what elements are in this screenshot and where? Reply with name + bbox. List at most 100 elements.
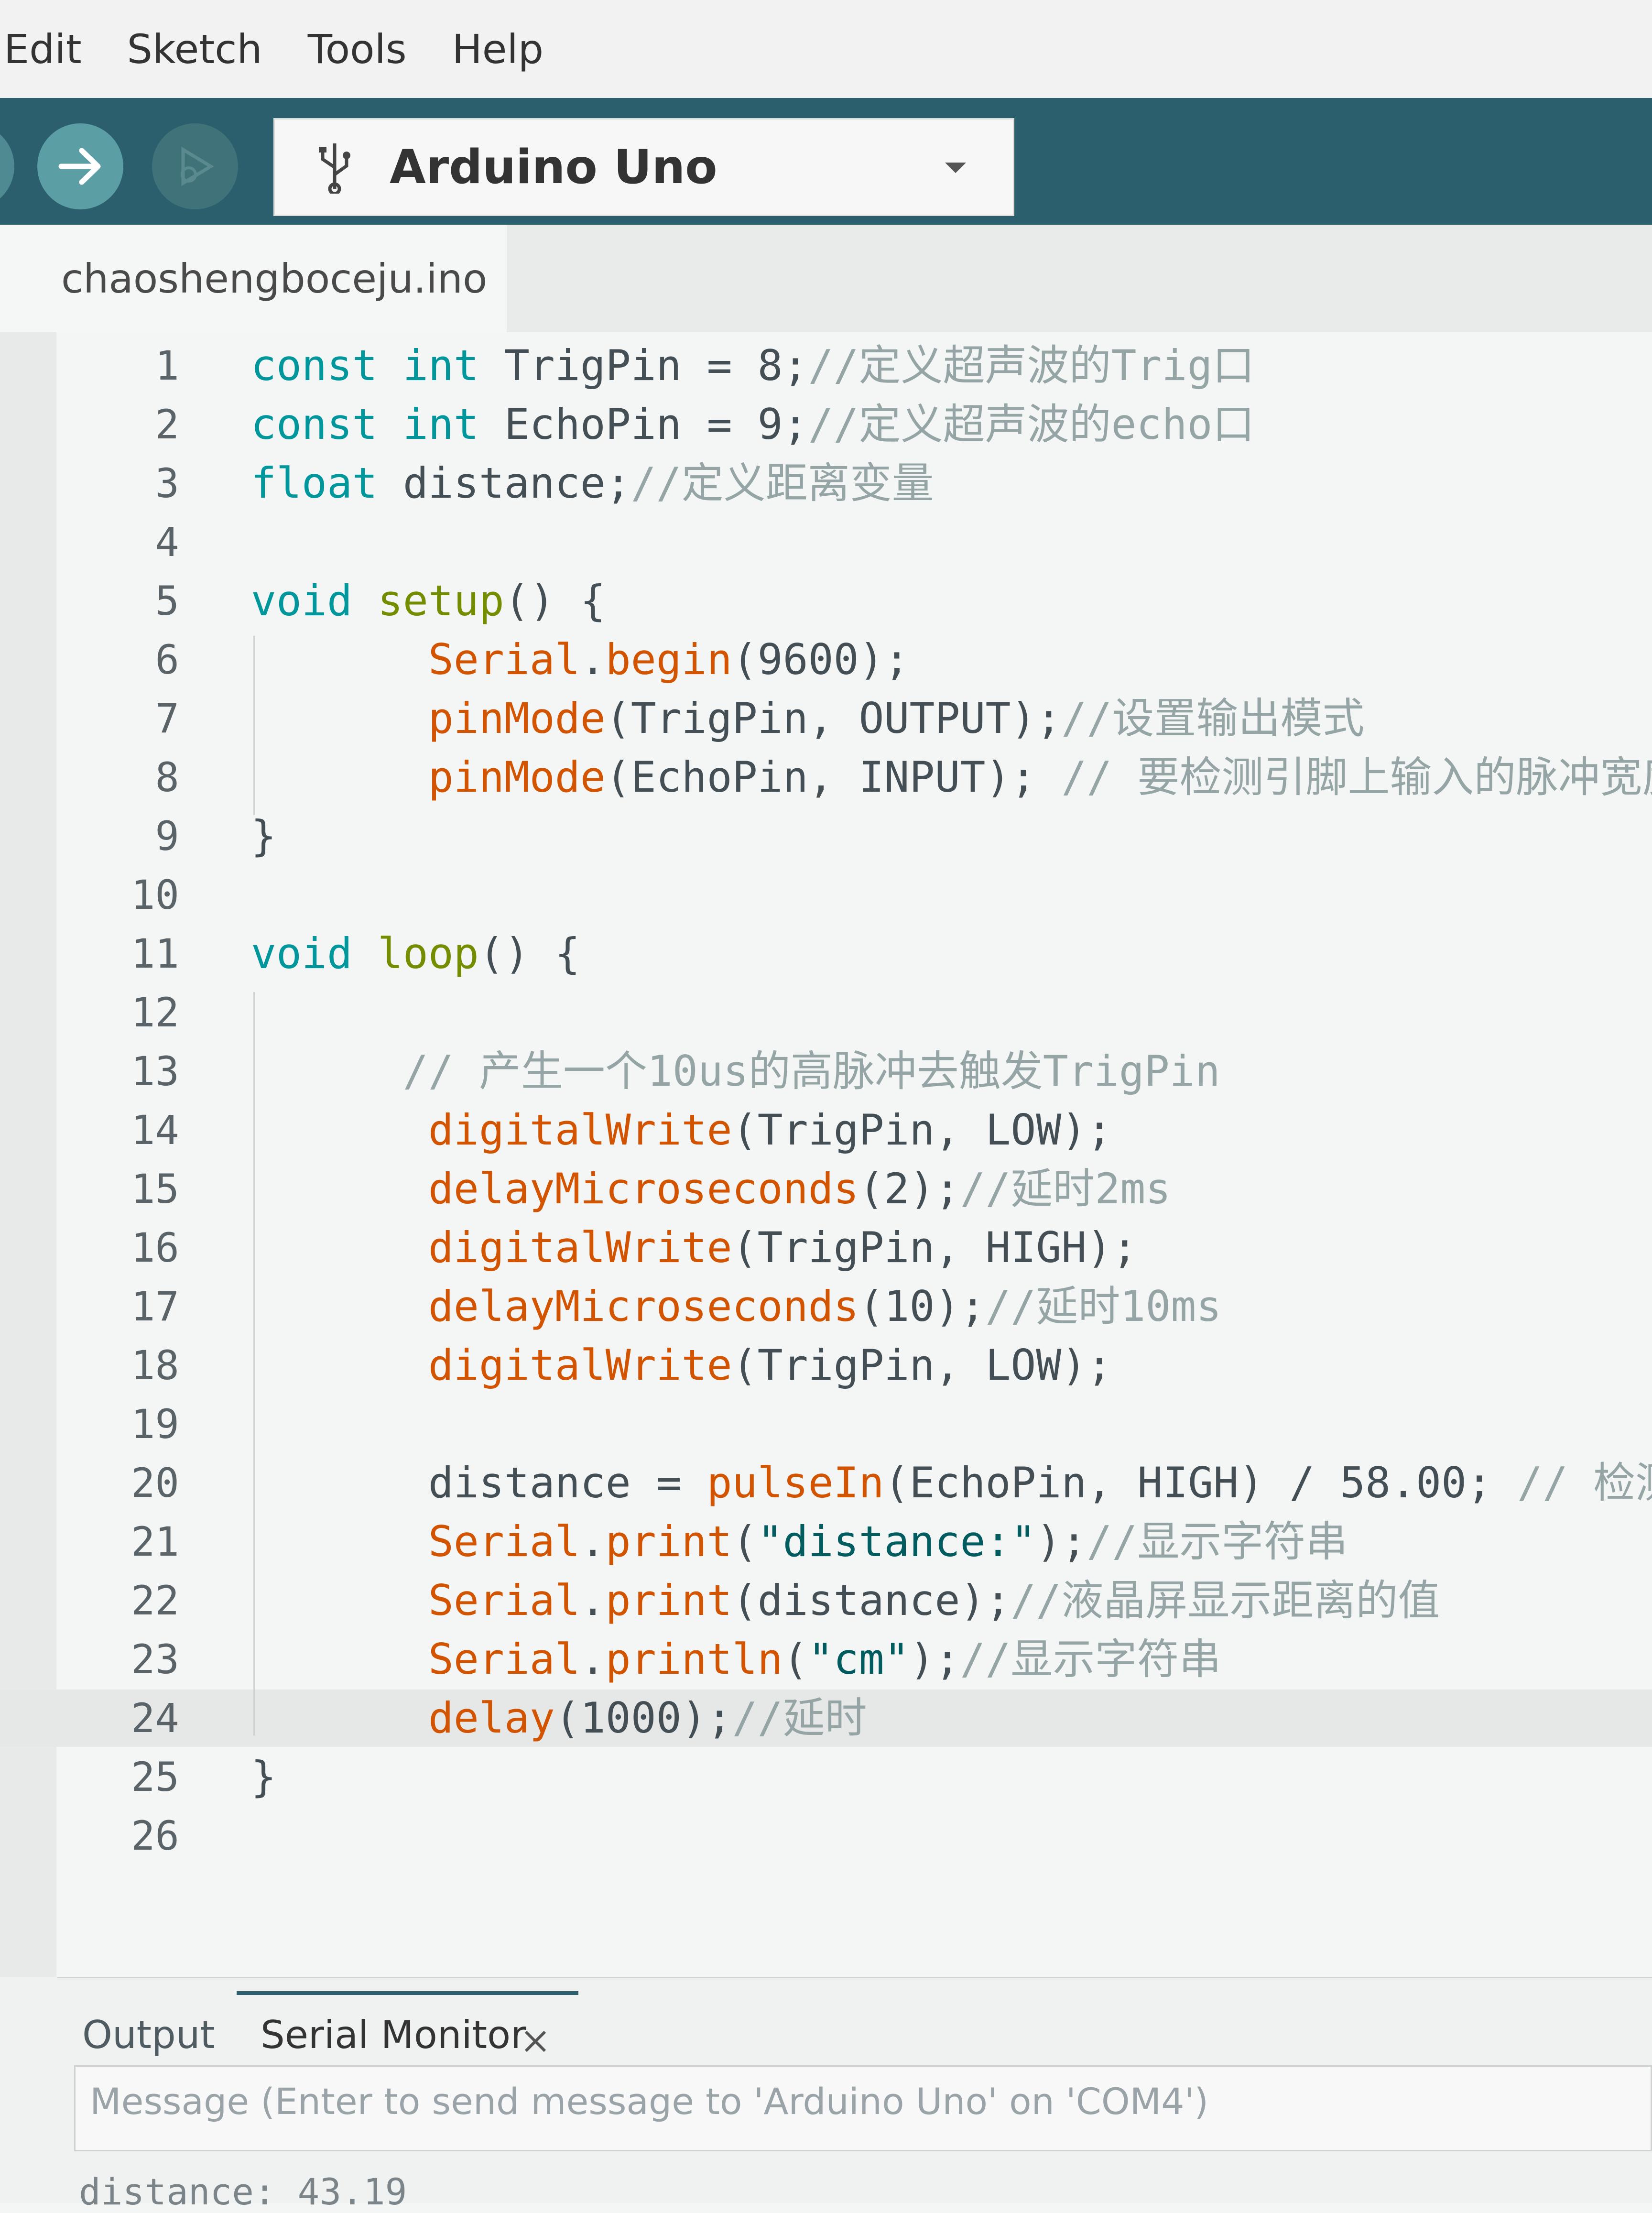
code-line[interactable]: 9} (0, 807, 1652, 865)
code-line[interactable]: 4 (0, 513, 1652, 571)
code-line[interactable]: 14 digitalWrite(TrigPin, LOW); (0, 1101, 1652, 1159)
code-token: //液晶屏显示距离的值 (1011, 1576, 1440, 1625)
code-line[interactable]: 6 Serial.begin(9600); (0, 631, 1652, 688)
line-number: 22 (130, 1577, 179, 1624)
code-line[interactable]: 19 (0, 1395, 1652, 1453)
tab-serial-monitor[interactable]: Serial Monitor (261, 2013, 526, 2057)
line-number: 15 (130, 1166, 179, 1212)
code-token: Serial (428, 1576, 580, 1625)
verify-button[interactable] (0, 123, 14, 209)
menu-help[interactable]: Help (452, 26, 544, 73)
code-token: (TrigPin, OUTPUT); (605, 694, 1062, 743)
code-line[interactable]: 21 Serial.print("distance:");//显示字符串 (0, 1513, 1652, 1570)
code-token: //定义超声波的Trig口 (808, 341, 1255, 390)
code-token: } (251, 811, 276, 861)
code-token: int (402, 400, 479, 449)
code-token: (9600); (732, 635, 910, 684)
line-number: 1 (155, 342, 179, 389)
code-token: delayMicroseconds (428, 1164, 859, 1213)
code-token: const (251, 341, 378, 390)
code-token: // 检测脉 (1517, 1458, 1652, 1507)
code-text: delayMicroseconds(2);//延时2ms (251, 1160, 1171, 1218)
close-icon[interactable] (521, 2027, 550, 2056)
upload-button[interactable] (37, 123, 123, 209)
serial-message-input[interactable]: Message (Enter to send message to 'Ardui… (74, 2065, 1652, 2151)
code-token: println (605, 1635, 783, 1684)
code-text: Serial.print("distance:");//显示字符串 (251, 1513, 1348, 1570)
debug-button[interactable] (152, 123, 238, 209)
code-line[interactable]: 1 const int TrigPin = 8;//定义超声波的Trig口 (0, 337, 1652, 394)
code-token: distance; (377, 458, 631, 508)
code-token: //定义超声波的echo口 (808, 400, 1255, 449)
code-line[interactable]: 22 Serial.print(distance);//液晶屏显示距离的值 (0, 1572, 1652, 1629)
line-number: 5 (155, 578, 179, 624)
line-number: 26 (130, 1812, 179, 1859)
line-number: 13 (130, 1048, 179, 1095)
code-line[interactable]: 8 pinMode(EchoPin, INPUT); // 要检测引脚上输入的脉… (0, 749, 1652, 806)
code-text: Serial.println("cm");//显示字符串 (251, 1631, 1221, 1688)
code-line[interactable]: 15 delayMicroseconds(2);//延时2ms (0, 1160, 1652, 1218)
line-number: 20 (130, 1460, 179, 1506)
code-token: pulseIn (706, 1458, 884, 1507)
code-line[interactable]: 10 (0, 866, 1652, 924)
code-line[interactable]: 3 float distance;//定义距离变量 (0, 455, 1652, 512)
code-line[interactable]: 11 void loop() { (0, 925, 1652, 982)
toolbar: Arduino Uno (0, 98, 1652, 225)
menu-sketch[interactable]: Sketch (127, 26, 262, 73)
code-token: (TrigPin, LOW); (732, 1105, 1112, 1155)
code-line[interactable]: 23 Serial.println("cm");//显示字符串 (0, 1631, 1652, 1688)
code-text: Serial.begin(9600); (251, 631, 910, 688)
code-text: } (251, 1748, 276, 1806)
code-line[interactable]: 24 delay(1000);//延时 (0, 1690, 1652, 1747)
code-line[interactable]: 26 (0, 1807, 1652, 1864)
code-line[interactable]: 25} (0, 1748, 1652, 1806)
code-text: float distance;//定义距离变量 (251, 455, 934, 512)
line-number: 6 (155, 636, 179, 683)
code-line[interactable]: 12 (0, 984, 1652, 1041)
active-tab-indicator (237, 1991, 578, 1995)
code-line[interactable]: 17 delayMicroseconds(10);//延时10ms (0, 1278, 1652, 1335)
code-line[interactable]: 18 digitalWrite(TrigPin, LOW); (0, 1337, 1652, 1394)
code-line[interactable]: 13 // 产生一个10us的高脉冲去触发TrigPin (0, 1043, 1652, 1100)
code-text: delayMicroseconds(10);//延时10ms (251, 1278, 1221, 1335)
code-token: print (605, 1576, 732, 1625)
code-text: } (251, 807, 276, 865)
code-line[interactable]: 16 digitalWrite(TrigPin, HIGH); (0, 1219, 1652, 1276)
code-line[interactable]: 5 void setup() { (0, 572, 1652, 630)
code-token: //显示字符串 (1087, 1517, 1348, 1566)
code-text: digitalWrite(TrigPin, HIGH); (251, 1219, 1137, 1276)
board-selector[interactable]: Arduino Uno (273, 118, 1014, 216)
code-line[interactable]: 2 const int EchoPin = 9;//定义超声波的echo口 (0, 396, 1652, 453)
code-token: ( (732, 1517, 758, 1566)
code-token: digitalWrite (428, 1223, 732, 1272)
code-token: // 产生一个10us的高脉冲去触发TrigPin (402, 1047, 1220, 1096)
code-text: const int TrigPin = 8;//定义超声波的Trig口 (251, 337, 1254, 394)
tab-output[interactable]: Output (82, 2013, 215, 2057)
code-line[interactable]: 20 distance = pulseIn(EchoPin, HIGH) / 5… (0, 1454, 1652, 1512)
serial-output-line: distance: 43.19 (79, 2170, 407, 2213)
code-text: // 产生一个10us的高脉冲去触发TrigPin (251, 1043, 1220, 1100)
menu-edit[interactable]: Edit (4, 26, 82, 73)
arrow-right-icon (58, 148, 101, 185)
line-number: 19 (130, 1401, 179, 1448)
code-token: pinMode (428, 694, 606, 743)
code-token: () { (478, 929, 580, 978)
code-token: (EchoPin, HIGH) / 58.00; (884, 1458, 1518, 1507)
chevron-down-icon (945, 163, 966, 173)
line-number: 14 (130, 1107, 179, 1154)
code-line[interactable]: 7 pinMode(TrigPin, OUTPUT);//设置输出模式 (0, 690, 1652, 747)
code-token: . (580, 635, 606, 684)
code-token: const (251, 400, 378, 449)
file-tab[interactable]: chaoshengboceju.ino (0, 225, 507, 332)
code-token: (TrigPin, LOW); (732, 1341, 1112, 1390)
panel-divider (57, 1977, 1652, 1978)
menu-tools[interactable]: Tools (308, 26, 407, 73)
